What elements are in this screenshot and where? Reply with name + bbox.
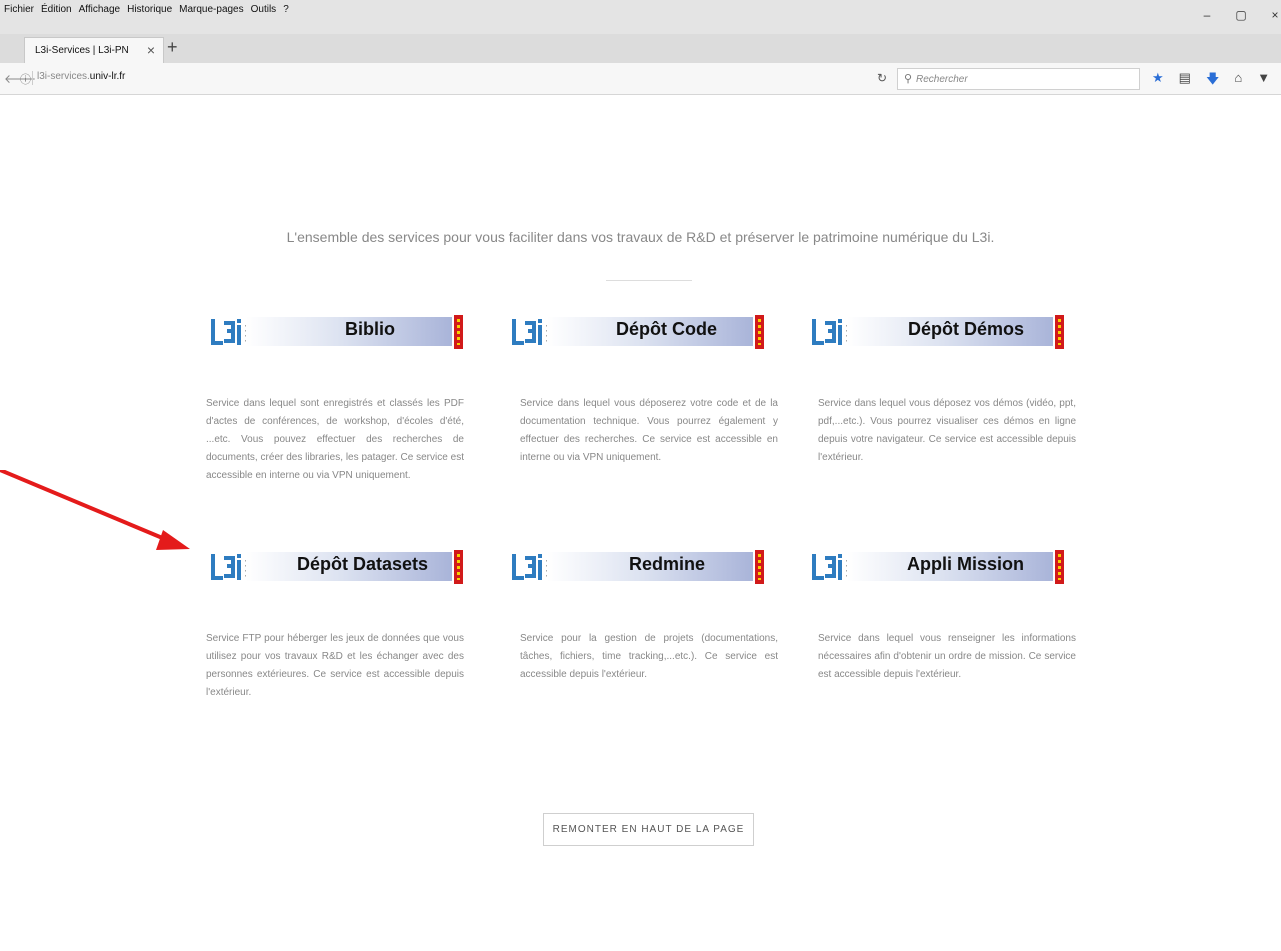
service-desc-redmine: Service pour la gestion de projets (docu… (520, 633, 778, 680)
menu-affichage[interactable]: Affichage (79, 4, 121, 15)
service-banner-biblio[interactable]: Biblio (208, 313, 464, 353)
url-domain: univ-lr.fr (89, 71, 126, 82)
service-title-biblio: Biblio (345, 319, 395, 339)
menu-aide[interactable]: ? (283, 4, 289, 15)
service-desc-biblio: Service dans lequel sont enregistrés et … (206, 398, 464, 481)
l3i-pn-tag-icon (454, 550, 463, 584)
l3i-pn-tag-icon (755, 315, 764, 349)
service-banner-redmine[interactable]: Redmine (509, 548, 765, 588)
info-icon[interactable]: ⓘ (20, 71, 31, 87)
menu-marque-pages[interactable]: Marque-pages (179, 4, 243, 15)
l3i-pn-tag-icon (755, 550, 764, 584)
tab-title: L3i-Services | L3i-PN (35, 45, 129, 56)
download-icon[interactable]: 🡇 (1206, 70, 1219, 92)
page-tagline: L'ensemble des services pour vous facili… (286, 229, 995, 245)
url-separator (32, 71, 33, 85)
tab-strip (0, 34, 1281, 63)
menu-outils[interactable]: Outils (251, 4, 277, 15)
menu-bar: Fichier Édition Affichage Historique Mar… (0, 0, 1281, 34)
tab-close-icon[interactable]: × (147, 42, 155, 58)
reload-icon[interactable]: ↻ (877, 71, 887, 85)
service-banner-appli-mission[interactable]: Appli Mission (809, 548, 1065, 588)
new-tab-button[interactable]: + (167, 37, 178, 58)
restore-icon[interactable]: ▢ (1235, 8, 1247, 22)
search-input[interactable]: ⚲ Rechercher (897, 68, 1140, 90)
service-banner-depot-datasets[interactable]: Dépôt Datasets (208, 548, 464, 588)
window-controls: – ▢ × (1201, 8, 1281, 22)
search-placeholder: Rechercher (916, 74, 968, 85)
navigation-bar: 🡐 ⓘ l3i-services.univ-lr.fr ↻ ⚲ Recherch… (0, 63, 1281, 95)
service-title-redmine: Redmine (629, 554, 706, 574)
bookmark-star-icon[interactable]: ★ (1152, 70, 1164, 92)
menu-items: Fichier Édition Affichage Historique Mar… (4, 4, 289, 15)
divider (606, 280, 692, 281)
menu-fichier[interactable]: Fichier (4, 4, 34, 15)
service-desc-appli-mission: Service dans lequel vous renseigner les … (818, 633, 1076, 680)
service-banner-depot-demos[interactable]: Dépôt Démos (809, 313, 1065, 353)
service-title-depot-code: Dépôt Code (616, 319, 717, 339)
search-icon: ⚲ (904, 73, 913, 85)
service-title-appli-mission: Appli Mission (907, 554, 1024, 574)
l3i-pn-tag-icon (1055, 315, 1064, 349)
url-prefix: l3i-services. (37, 71, 90, 82)
service-title-depot-demos: Dépôt Démos (908, 319, 1025, 339)
toolbar-icons: ★ ▤ 🡇 ⌂ ▼ ≡ (1152, 70, 1281, 92)
annotation-arrow-icon (0, 470, 190, 550)
service-title-depot-datasets: Dépôt Datasets (297, 554, 429, 574)
minimize-icon[interactable]: – (1201, 8, 1213, 22)
menu-edition[interactable]: Édition (41, 4, 72, 15)
l3i-pn-tag-icon (1055, 550, 1064, 584)
address-bar[interactable]: l3i-services.univ-lr.fr (37, 71, 125, 82)
service-desc-depot-demos: Service dans lequel vous déposez vos dém… (818, 398, 1076, 463)
service-banner-depot-code[interactable]: Dépôt Code (509, 313, 765, 353)
service-desc-depot-code: Service dans lequel vous déposerez votre… (520, 398, 778, 463)
reading-list-icon[interactable]: ▤ (1179, 70, 1191, 92)
back-to-top-button[interactable]: REMONTER EN HAUT DE LA PAGE (543, 813, 754, 846)
home-icon[interactable]: ⌂ (1234, 70, 1242, 92)
tab-l3i-services[interactable]: L3i-Services | L3i-PN × (24, 37, 164, 63)
service-desc-depot-datasets: Service FTP pour héberger les jeux de do… (206, 633, 464, 698)
l3i-pn-tag-icon (454, 315, 463, 349)
menu-historique[interactable]: Historique (127, 4, 172, 15)
close-window-icon[interactable]: × (1269, 8, 1281, 22)
pocket-icon[interactable]: ▼ (1257, 70, 1270, 92)
